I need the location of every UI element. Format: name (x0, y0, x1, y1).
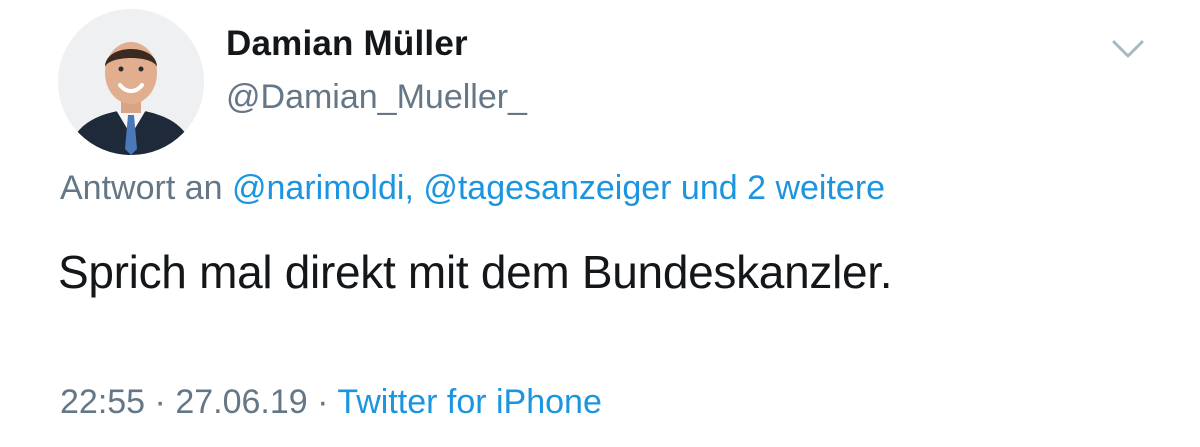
display-name[interactable]: Damian Müller (226, 24, 468, 64)
chevron-down-icon[interactable] (1110, 38, 1146, 62)
tweet-meta: 22:55 · 27.06.19 · Twitter for iPhone (60, 383, 602, 422)
reply-context: Antwort an @narimoldi, @tagesanzeiger un… (60, 169, 885, 208)
meta-separator: · (317, 383, 329, 421)
tweet-time[interactable]: 22:55 (60, 383, 145, 421)
avatar-photo (58, 9, 204, 155)
reply-mention-tagesanzeiger[interactable]: @tagesanzeiger (423, 169, 671, 207)
avatar[interactable] (58, 9, 204, 155)
tweet-source-link[interactable]: Twitter for iPhone (337, 383, 602, 421)
handle[interactable]: @Damian_Mueller_ (226, 78, 527, 117)
meta-separator: · (154, 383, 166, 421)
tweet-text: Sprich mal direkt mit dem Bundeskanzler. (58, 246, 893, 298)
reply-prefix: Antwort an (60, 169, 223, 207)
reply-mention-narimoldi[interactable]: @narimoldi, (232, 169, 414, 207)
reply-more-link[interactable]: und 2 weitere (681, 169, 885, 207)
tweet-date[interactable]: 27.06.19 (175, 383, 307, 421)
tweet: Damian Müller @Damian_Mueller_ Antwort a… (0, 0, 1200, 447)
